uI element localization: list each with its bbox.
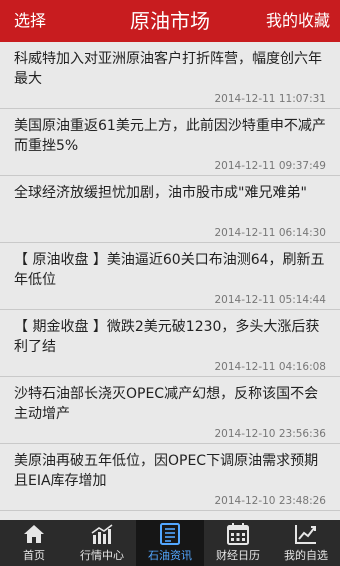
news-item[interactable]: 【 原油收盘 】美油逼近60关口布油测64，刷新五年低位 2014-12-11 … bbox=[0, 243, 340, 310]
calendar-icon bbox=[226, 523, 250, 545]
news-item[interactable]: 美国原油重返61美元上方，此前因沙特重申不减产而重挫5% 2014-12-11 … bbox=[0, 109, 340, 176]
news-headline: 沙特石油部长浇灭OPEC减产幻想，反称该国不会主动增产 bbox=[14, 386, 319, 422]
news-headline: 美国原油重返61美元上方，此前因沙特重申不减产而重挫5% bbox=[14, 118, 326, 154]
tab-label: 行情中心 bbox=[80, 549, 124, 562]
tab-label: 我的自选 bbox=[284, 549, 328, 562]
tab-oil-news[interactable]: 石油资讯 bbox=[136, 520, 204, 566]
top-bar: 选择 原油市场 我的收藏 bbox=[0, 0, 340, 42]
home-icon bbox=[22, 523, 46, 545]
tab-label: 财经日历 bbox=[216, 549, 260, 562]
tab-home[interactable]: 首页 bbox=[0, 520, 68, 566]
tab-label: 首页 bbox=[23, 549, 45, 562]
news-item[interactable]: 沙特石油部长浇灭OPEC减产幻想，反称该国不会主动增产 2014-12-10 2… bbox=[0, 377, 340, 444]
tab-calendar[interactable]: 财经日历 bbox=[204, 520, 272, 566]
news-headline: 美原油再破五年低位，因OPEC下调原油需求预期且EIA库存增加 bbox=[14, 453, 319, 489]
news-list: 科威特加入对亚洲原油客户打折阵营，幅度创六年最大 2014-12-11 11:0… bbox=[0, 42, 340, 520]
tab-watchlist[interactable]: 我的自选 bbox=[272, 520, 340, 566]
news-timestamp: 2014-12-11 09:37:49 bbox=[214, 160, 326, 172]
news-timestamp: 2014-12-11 06:14:30 bbox=[214, 227, 326, 239]
tab-market[interactable]: 行情中心 bbox=[68, 520, 136, 566]
news-item[interactable]: 【 期金收盘 】微跌2美元破1230，多头大涨后获利了结 2014-12-11 … bbox=[0, 310, 340, 377]
my-favorites-button[interactable]: 我的收藏 bbox=[266, 0, 330, 42]
bottom-tab-bar: 首页 行情中心 石油资讯 财经日历 我的自选 bbox=[0, 520, 340, 566]
news-item[interactable]: 全球经济放缓担忧加剧，油市股市成"难兄难弟" 2014-12-11 06:14:… bbox=[0, 176, 340, 243]
news-timestamp: 2014-12-11 11:07:31 bbox=[214, 93, 326, 105]
select-button[interactable]: 选择 bbox=[14, 0, 46, 42]
news-timestamp: 2014-12-11 04:16:08 bbox=[214, 361, 326, 373]
news-headline: 【 原油收盘 】美油逼近60关口布油测64，刷新五年低位 bbox=[14, 252, 325, 288]
trend-icon bbox=[294, 523, 318, 545]
news-item[interactable]: 美原油再破五年低位，因OPEC下调原油需求预期且EIA库存增加 2014-12-… bbox=[0, 444, 340, 511]
news-timestamp: 2014-12-10 23:56:36 bbox=[214, 428, 326, 440]
news-timestamp: 2014-12-11 05:14:44 bbox=[214, 294, 326, 306]
news-timestamp: 2014-12-10 23:48:26 bbox=[214, 495, 326, 507]
news-icon bbox=[158, 523, 182, 545]
market-chart-icon bbox=[90, 523, 114, 545]
news-item[interactable]: 科威特加入对亚洲原油客户打折阵营，幅度创六年最大 2014-12-11 11:0… bbox=[0, 42, 340, 109]
news-headline: 科威特加入对亚洲原油客户打折阵营，幅度创六年最大 bbox=[14, 51, 322, 87]
news-headline: 全球经济放缓担忧加剧，油市股市成"难兄难弟" bbox=[14, 185, 307, 201]
tab-label: 石油资讯 bbox=[148, 549, 192, 562]
news-headline: 【 期金收盘 】微跌2美元破1230，多头大涨后获利了结 bbox=[14, 319, 320, 355]
